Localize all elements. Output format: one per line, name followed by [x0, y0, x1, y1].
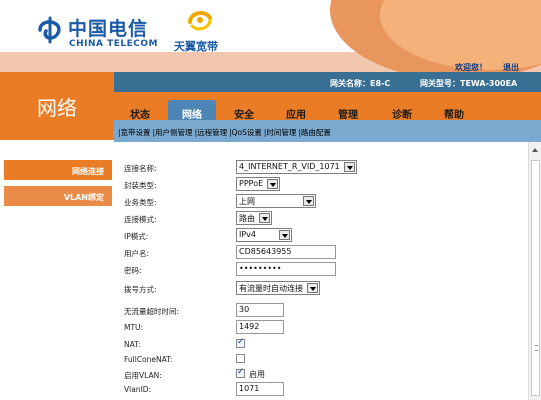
nat-label: NAT:: [124, 340, 141, 349]
ip-mode-label: IP模式:: [124, 232, 149, 241]
subnav-broadband[interactable]: |宽带设置: [118, 128, 151, 137]
idle-timeout-label: 无流量超时时间:: [124, 307, 180, 316]
encapsulation-label: 封装类型:: [124, 181, 157, 190]
fullcone-nat-label: FullConeNAT:: [124, 355, 173, 364]
scrollbar-thumb[interactable]: [531, 160, 540, 396]
tab-status[interactable]: 状态: [130, 106, 150, 121]
idle-timeout-input[interactable]: 30: [236, 303, 284, 317]
connection-name-value: 4_INTERNET_R_VID_1071: [239, 162, 340, 171]
content-scrollbar[interactable]: [528, 142, 541, 400]
gateway-info-bar: 网关名称：E8-C 网关型号：TEWA-300EA: [114, 72, 541, 92]
tianyi-swirl-icon: [188, 11, 212, 31]
ip-mode-select[interactable]: IPv4: [236, 228, 292, 242]
menu-item-vlan-binding[interactable]: VLAN绑定: [4, 186, 112, 206]
password-label: 密码:: [124, 266, 142, 275]
section-title: 网络: [0, 72, 114, 140]
dial-method-select[interactable]: 有流量时自动连接: [236, 281, 320, 295]
scrollbar-grip-icon: [535, 345, 538, 351]
tab-network[interactable]: 网络: [182, 106, 202, 121]
subnav-remote[interactable]: |远程管理: [195, 128, 228, 137]
main-nav: 状态 网络 安全 应用 管理 诊断 帮助: [114, 92, 541, 121]
service-type-select[interactable]: 上网: [236, 194, 316, 208]
encapsulation-value: PPPoE: [239, 179, 264, 188]
chevron-down-icon: [303, 196, 314, 206]
fullcone-nat-checkbox[interactable]: [236, 354, 245, 363]
mtu-label: MTU:: [124, 323, 144, 332]
brand-name-cn: 中国电信: [68, 18, 149, 40]
scroll-up-arrow-icon[interactable]: [532, 148, 538, 152]
chevron-down-icon: [279, 230, 290, 240]
subnav-lan[interactable]: |用户侧管理: [153, 128, 193, 137]
dial-method-value: 有流量时自动连接: [239, 284, 303, 293]
china-telecom-logo: 中国电信 CHINA TELECOM: [36, 12, 176, 52]
vlan-id-label: VlanID:: [124, 385, 152, 394]
connection-mode-value: 路由: [239, 214, 255, 223]
menu-item-network-connection[interactable]: 网络连接: [4, 160, 112, 180]
logout-link[interactable]: 退出: [503, 62, 519, 72]
tianyi-text: 天翼宽带: [174, 40, 218, 53]
connection-name-select[interactable]: 4_INTERNET_R_VID_1071: [236, 160, 357, 174]
username-input[interactable]: CD85643955: [236, 245, 336, 259]
connection-mode-select[interactable]: 路由: [236, 211, 272, 225]
gateway-model: 网关型号：TEWA-300EA: [420, 79, 518, 88]
header: 中国电信 CHINA TELECOM 天翼宽带 欢迎您！ 退出: [0, 0, 541, 72]
service-type-label: 业务类型:: [124, 198, 157, 207]
tab-help[interactable]: 帮助: [444, 106, 464, 121]
chevron-down-icon: [343, 162, 355, 172]
username-label: 用户名:: [124, 249, 150, 258]
connection-name-label: 连接名称:: [124, 164, 157, 173]
encapsulation-select[interactable]: PPPoE: [236, 177, 281, 191]
chevron-down-icon: [259, 213, 270, 223]
tab-application[interactable]: 应用: [286, 106, 306, 121]
ip-mode-value: IPv4: [239, 230, 257, 239]
password-input[interactable]: •••••••••: [236, 262, 336, 276]
china-telecom-mark-icon: [38, 16, 61, 44]
connection-mode-label: 连接模式:: [124, 215, 157, 224]
enable-vlan-label: 启用VLAN:: [124, 371, 162, 380]
welcome-text: 欢迎您！: [455, 63, 487, 72]
enable-vlan-checkbox[interactable]: [236, 367, 245, 378]
chevron-down-icon: [267, 179, 279, 189]
brand-name-en: CHINA TELECOM: [69, 39, 158, 49]
nat-checkbox[interactable]: [236, 337, 245, 348]
subnav-routing[interactable]: |路由配置: [298, 128, 331, 137]
subnav-qos[interactable]: |QoS设置: [229, 128, 262, 137]
enable-vlan-text: 启用: [249, 370, 265, 379]
sub-nav: |宽带设置 |用户侧管理 |远程管理 |QoS设置 |时间管理 |路由配置: [114, 120, 541, 142]
subnav-time[interactable]: |时间管理: [264, 128, 297, 137]
service-type-value: 上网: [239, 197, 255, 206]
router-admin-page: 中国电信 CHINA TELECOM 天翼宽带 欢迎您！ 退出 网关名称：E8-…: [0, 0, 541, 400]
tab-management[interactable]: 管理: [338, 106, 358, 121]
tianyi-logo: 天翼宽带: [172, 8, 232, 54]
chevron-down-icon: [307, 283, 318, 293]
tab-diagnostics[interactable]: 诊断: [392, 106, 412, 121]
connection-form: 连接名称: 4_INTERNET_R_VID_1071 封装类型: PPPoE …: [114, 142, 528, 400]
vlan-id-input[interactable]: 1071: [236, 382, 284, 396]
mtu-input[interactable]: 1492: [236, 320, 284, 334]
left-menu: 网络连接 VLAN绑定: [0, 140, 114, 400]
gateway-name: 网关名称：E8-C: [330, 79, 391, 88]
tab-security[interactable]: 安全: [234, 106, 254, 121]
dial-method-label: 拨号方式:: [124, 285, 157, 294]
